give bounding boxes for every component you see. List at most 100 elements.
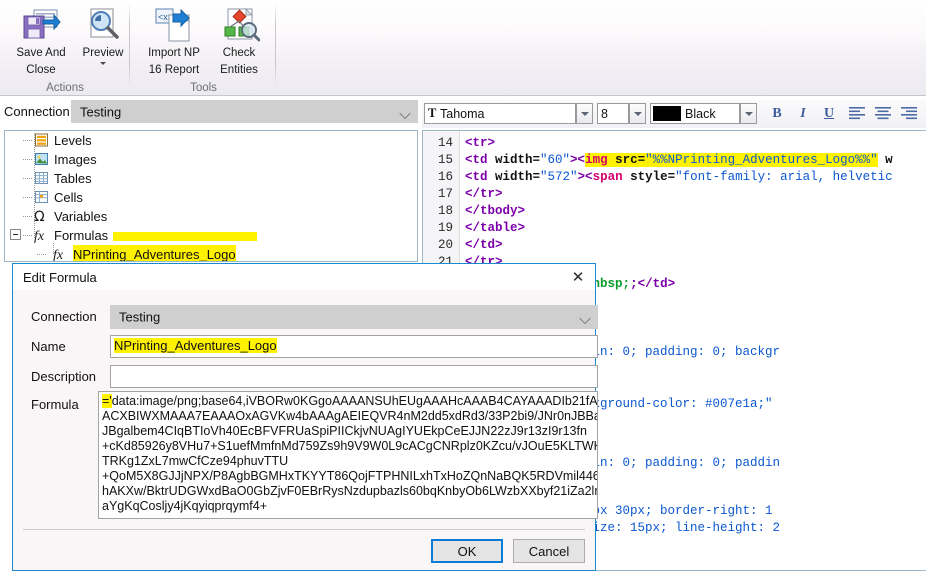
fx-formula-icon: fx [34, 226, 49, 240]
font-color-field[interactable]: Black [650, 103, 740, 124]
line-number: 16 [423, 169, 453, 186]
code-line: 16 <td width="572"><span style="font-fami… [423, 169, 926, 186]
tree-item-label: Variables [54, 207, 107, 226]
tree-rows: LevelsImagesTablesCellsΩVariablesfxFormu… [5, 131, 417, 262]
code-line: 20 </td> [423, 237, 926, 254]
code-text: <tr> [465, 135, 495, 152]
code-text: </tbody> [465, 203, 525, 220]
fx-formula-icon: fx [53, 245, 68, 259]
code-line: 18 </tbody> [423, 203, 926, 220]
ribbon-group-actions: Save And Close Preview Actions [0, 0, 130, 96]
font-name-dropdown[interactable] [576, 103, 593, 124]
line-number: 17 [423, 186, 453, 203]
tree-connector [23, 140, 32, 141]
tree-item-levels[interactable]: Levels [5, 131, 417, 150]
formula-line: JBgalbem4CIqBTIoVh40EcBFVFRUaSpiPIICkjvN… [102, 424, 587, 439]
images-icon [34, 152, 49, 166]
ok-button[interactable]: OK [431, 539, 503, 563]
code-text: </table> [465, 220, 525, 237]
font-toolbar: T Tahoma 8 Black B I U [422, 100, 926, 128]
align-right-icon[interactable] [898, 103, 920, 124]
ribbon-toolbar: Save And Close Preview Actions < [0, 0, 926, 96]
line-number: 14 [423, 135, 453, 152]
italic-icon[interactable]: I [792, 103, 814, 124]
code-line: 14 <tr> [423, 135, 926, 152]
check-entities-icon [200, 2, 278, 44]
chevron-down-icon[interactable] [581, 313, 590, 322]
font-letter-icon: T [428, 106, 436, 121]
formula-textarea[interactable]: ='data:image/png;base64,iVBORw0KGgoAAAAN… [98, 391, 598, 519]
align-left-icon[interactable] [846, 103, 868, 124]
tree-connector [37, 254, 46, 255]
levels-icon [34, 133, 49, 147]
tree-connector [23, 159, 32, 160]
tree-connector [23, 216, 32, 217]
ribbon-divider [129, 3, 130, 87]
tree-collapse-toggle[interactable] [10, 229, 21, 240]
tree-item-variables[interactable]: Ω Variables [5, 207, 417, 226]
code-line: 19 </table> [423, 220, 926, 237]
formula-line: ACXBIWXMAAA7EAAAOxAGVKw4bAAAgAEIEQVR4nM2… [102, 409, 598, 424]
chevron-down-icon[interactable] [100, 62, 106, 65]
line-number: 20 [423, 237, 453, 254]
underline-icon[interactable]: U [818, 103, 840, 124]
cancel-button[interactable]: Cancel [513, 539, 585, 563]
dialog-title: Edit Formula [23, 270, 97, 285]
dialog-description-label: Description [31, 369, 96, 384]
connection-select[interactable]: Testing [71, 100, 418, 123]
code-text: </td> [465, 237, 503, 254]
font-color-dropdown[interactable] [740, 103, 757, 124]
name-input-value: NPrinting_Adventures_Logo [114, 338, 277, 353]
save-and-close-label-2: Close [2, 64, 80, 78]
chevron-down-icon[interactable] [401, 107, 410, 116]
formula-line: ='data:image/png;base64,iVBORw0KGgoAAAAN… [102, 394, 598, 409]
tree-item-cells[interactable]: Cells [5, 188, 417, 207]
dialog-connection-value: Testing [119, 310, 160, 325]
tree-item-label: Levels [54, 131, 92, 150]
tree-item-label: Images [54, 150, 97, 169]
font-name-value: Tahoma [440, 107, 484, 121]
dialog-formula-label: Formula [31, 397, 79, 412]
highlight-marker [113, 232, 257, 241]
check-entities-label-1: Check [200, 47, 278, 61]
description-input[interactable] [110, 365, 598, 388]
dialog-footer-divider [23, 529, 585, 530]
font-size-field[interactable]: 8 [597, 103, 629, 124]
formula-line: TRKg1ZxL7mwCfCze94phuvTTU [102, 454, 288, 469]
font-name-field[interactable]: T Tahoma [424, 103, 576, 124]
dialog-connection-select[interactable]: Testing [110, 305, 598, 329]
formula-line: +cKd85926y8VHu7+S1uefMmfnMd759Zs9h9V9W0L… [102, 439, 598, 454]
font-size-dropdown[interactable] [629, 103, 646, 124]
close-icon[interactable]: ✕ [565, 267, 591, 287]
ribbon-group-tools-label: Tools [131, 82, 276, 94]
connection-label: Connection [4, 104, 70, 119]
check-entities-button[interactable]: Check Entities [200, 2, 278, 77]
dialog-title-bar: Edit Formula ✕ [13, 264, 595, 290]
code-line: 15<td width="60"><img src="%%NPrinting_A… [423, 152, 926, 169]
color-swatch-icon [653, 106, 681, 121]
line-number: 15 [423, 152, 453, 169]
tree-connector [23, 178, 32, 179]
dialog-name-label: Name [31, 339, 66, 354]
tree-item-label: Cells [54, 188, 83, 207]
cells-icon [34, 190, 49, 204]
code-text: </tr> [465, 186, 503, 203]
tree-item-nprinting-adventures-logo[interactable]: fxNPrinting_Adventures_Logo [5, 245, 417, 262]
line-number: 18 [423, 203, 453, 220]
tree-connector [23, 197, 32, 198]
formula-line: aYgKqCosljy4jKqyiqprqymf4+ [102, 499, 267, 514]
font-color-value: Black [685, 107, 716, 121]
line-number: 19 [423, 220, 453, 237]
tree-item-tables[interactable]: Tables [5, 169, 417, 188]
align-center-icon[interactable] [872, 103, 894, 124]
omega-variable-icon: Ω [34, 207, 49, 221]
ribbon-group-actions-label: Actions [0, 82, 130, 94]
name-input[interactable]: NPrinting_Adventures_Logo [110, 335, 598, 358]
edit-formula-dialog[interactable]: Edit Formula ✕ Connection Testing Name N… [12, 263, 596, 571]
tree-item-images[interactable]: Images [5, 150, 417, 169]
entities-tree[interactable]: LevelsImagesTablesCellsΩVariablesfxFormu… [4, 130, 418, 262]
bold-icon[interactable]: B [766, 103, 788, 124]
code-text: <td width="572"><span style="font-family… [465, 169, 893, 186]
formula-line: hAKXw/BktrUDGWxdBaO0GbZjvF0EBrRysNzdupba… [102, 484, 598, 499]
font-size-value: 8 [601, 107, 608, 121]
